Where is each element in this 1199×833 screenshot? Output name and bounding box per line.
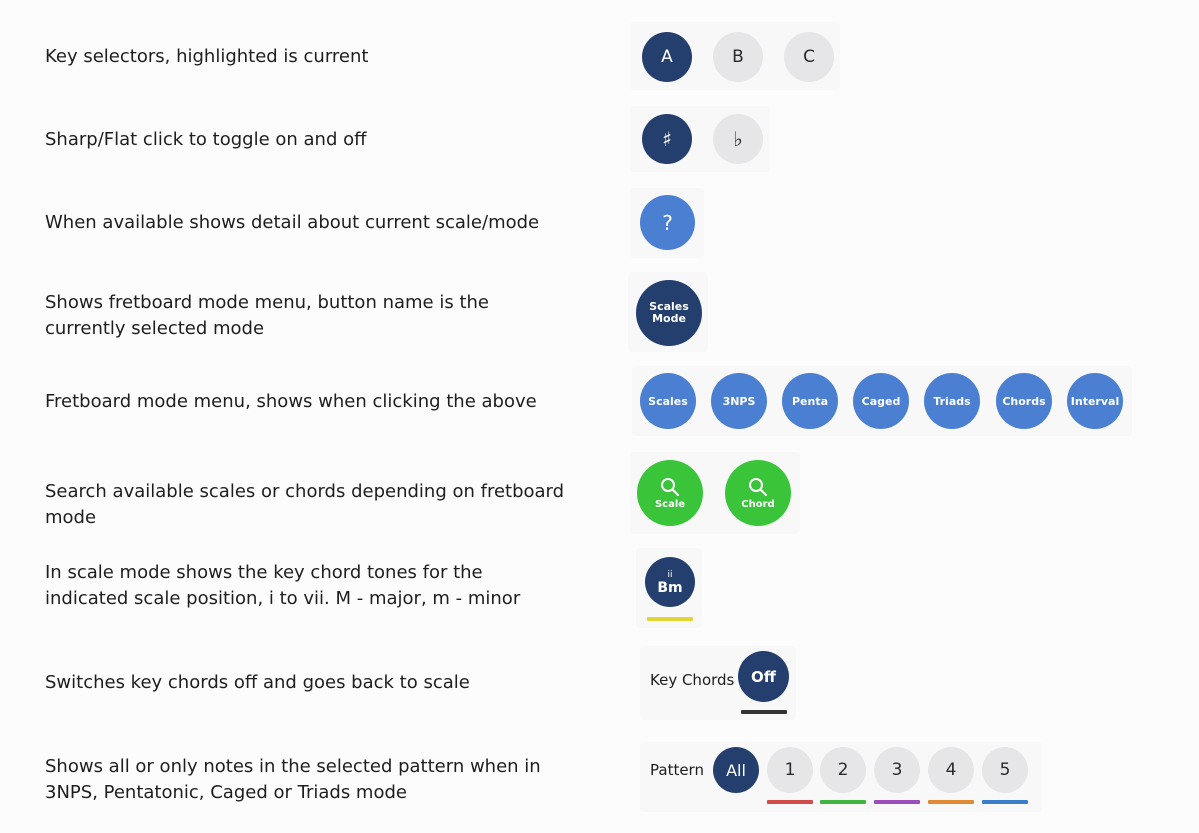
- pattern-1-underline: [767, 800, 813, 804]
- pattern-1-button[interactable]: 1: [767, 747, 813, 793]
- row-desc-pattern: Shows all or only notes in the selected …: [45, 756, 541, 803]
- key-chords-underline: [741, 710, 787, 714]
- mode-scales-button[interactable]: Scales: [640, 373, 696, 429]
- key-button-a[interactable]: A: [642, 32, 692, 82]
- mode-button-line2: Mode: [652, 312, 686, 325]
- pattern-3-button[interactable]: 3: [874, 747, 920, 793]
- mode-triads-button[interactable]: Triads: [924, 373, 980, 429]
- search-scale-label: Scale: [654, 498, 686, 510]
- row-desc-key-selectors: Key selectors, highlighted is current: [45, 46, 369, 67]
- pattern-4-underline: [928, 800, 974, 804]
- help-button[interactable]: ?: [640, 195, 695, 250]
- chord-tone-underline: [647, 617, 693, 621]
- search-icon: [661, 477, 679, 496]
- pattern-5-underline: [982, 800, 1028, 804]
- pattern-4-button[interactable]: 4: [928, 747, 974, 793]
- mode-caged-button[interactable]: Caged: [853, 373, 909, 429]
- row-desc-sharp-flat: Sharp/Flat click to toggle on and off: [45, 129, 367, 150]
- key-button-b[interactable]: B: [713, 32, 763, 82]
- pattern-2-button[interactable]: 2: [820, 747, 866, 793]
- pattern-all-button[interactable]: All: [713, 747, 759, 793]
- key-chords-off-button[interactable]: Off: [738, 651, 789, 702]
- sharp-button[interactable]: ♯: [642, 114, 692, 164]
- row-desc-mode-menu: Fretboard mode menu, shows when clicking…: [45, 391, 537, 412]
- row-desc-search: Search available scales or chords depend…: [45, 481, 565, 528]
- pattern-2-underline: [820, 800, 866, 804]
- search-chord-label: Chord: [741, 498, 775, 510]
- pattern-label: Pattern: [650, 761, 704, 779]
- chord-tone-button[interactable]: ii Bm: [645, 557, 695, 607]
- key-button-c[interactable]: C: [784, 32, 834, 82]
- row-desc-mode-menu-button: Shows fretboard mode menu, button name i…: [45, 292, 489, 339]
- mode-penta-button[interactable]: Penta: [782, 373, 838, 429]
- pattern-5-button[interactable]: 5: [982, 747, 1028, 793]
- row-desc-detail: When available shows detail about curren…: [45, 212, 540, 233]
- mode-interval-button[interactable]: Interval: [1067, 373, 1123, 429]
- question-mark-icon: ?: [662, 210, 673, 235]
- search-chord-button[interactable]: Chord: [725, 460, 791, 526]
- key-chords-label: Key Chords: [650, 671, 735, 689]
- search-icon: [749, 477, 767, 496]
- search-scale-button[interactable]: Scale: [637, 460, 703, 526]
- mode-chords-button[interactable]: Chords: [996, 373, 1052, 429]
- chord-tone-name: Bm: [657, 580, 683, 596]
- fretboard-mode-button[interactable]: Scales Mode: [636, 280, 702, 346]
- row-desc-key-chords-off: Switches key chords off and goes back to…: [45, 672, 470, 693]
- mode-3nps-button[interactable]: 3NPS: [711, 373, 767, 429]
- row-desc-key-chord-tones: In scale mode shows the key chord tones …: [45, 562, 521, 609]
- flat-button[interactable]: ♭: [713, 114, 763, 164]
- pattern-3-underline: [874, 800, 920, 804]
